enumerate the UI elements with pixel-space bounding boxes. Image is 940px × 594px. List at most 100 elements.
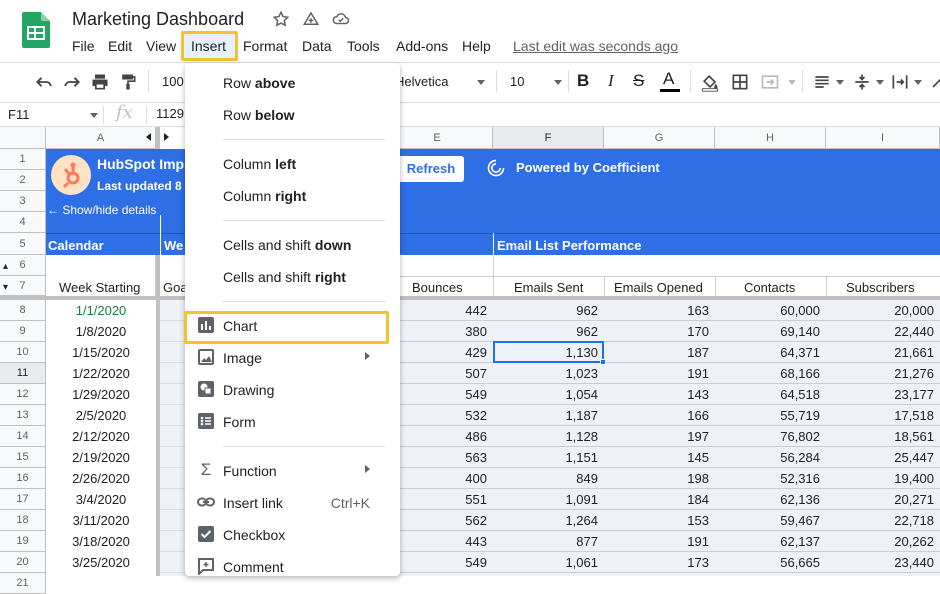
menu-column-left[interactable]: Column left xyxy=(185,148,400,178)
header-week-starting[interactable]: Week Starting xyxy=(59,280,140,295)
row-header[interactable]: 19 xyxy=(0,531,46,552)
opened-cell[interactable]: 197 xyxy=(604,426,715,447)
merge-cells-icon[interactable] xyxy=(760,72,780,92)
fill-color-icon[interactable] xyxy=(700,72,720,92)
row-header[interactable]: 2 xyxy=(0,170,46,191)
subs-cell[interactable]: 23,177 xyxy=(826,384,940,405)
formula-input[interactable]: 1129 xyxy=(156,106,184,121)
sent-cell[interactable]: 1,128 xyxy=(493,426,604,447)
week-cell[interactable]: 2/26/2020 xyxy=(46,468,156,489)
collapse-left-arrow-icon[interactable] xyxy=(146,133,151,141)
sent-cell[interactable]: 1,151 xyxy=(493,447,604,468)
week-cell[interactable]: 3/11/2020 xyxy=(46,510,156,531)
opened-cell[interactable]: 153 xyxy=(604,510,715,531)
header-subscribers[interactable]: Subscribers xyxy=(846,280,915,295)
row-header[interactable]: 15 xyxy=(0,447,46,468)
sent-cell[interactable]: 1,091 xyxy=(493,489,604,510)
menu-function[interactable]: Σ Function xyxy=(185,455,400,485)
row-group-toggle-icon[interactable]: ▾ xyxy=(3,282,8,293)
column-header-a[interactable]: A xyxy=(46,127,156,149)
opened-cell[interactable]: 173 xyxy=(604,552,715,573)
week-cell[interactable]: 2/5/2020 xyxy=(46,405,156,426)
week-cell[interactable]: 1/22/2020 xyxy=(46,363,156,384)
borders-icon[interactable] xyxy=(730,72,750,92)
fill-handle[interactable] xyxy=(600,359,606,365)
week-cell[interactable]: 3/18/2020 xyxy=(46,531,156,552)
menu-cells-shift-right[interactable]: Cells and shift right xyxy=(185,261,400,291)
sheets-logo-icon[interactable] xyxy=(22,12,50,48)
last-edit-link[interactable]: Last edit was seconds ago xyxy=(513,38,678,54)
week-cell[interactable]: 2/12/2020 xyxy=(46,426,156,447)
contacts-cell[interactable]: 62,137 xyxy=(715,531,826,552)
spreadsheet-grid[interactable]: A E F G H I HubSpot Imp Last updated 8 ←… xyxy=(0,127,940,576)
subs-cell[interactable]: 17,518 xyxy=(826,405,940,426)
frozen-column-divider[interactable] xyxy=(156,127,160,149)
row-header[interactable]: 21 xyxy=(0,573,46,594)
print-icon[interactable] xyxy=(90,72,110,92)
sent-cell[interactable]: 962 xyxy=(493,300,604,321)
row-header[interactable]: 5 xyxy=(0,233,46,255)
opened-cell[interactable]: 170 xyxy=(604,321,715,342)
horizontal-align-icon[interactable] xyxy=(812,72,832,92)
column-header-h[interactable]: H xyxy=(715,127,826,149)
row-header-corner[interactable] xyxy=(0,127,46,149)
strikethrough-icon[interactable]: S xyxy=(633,71,653,91)
week-cell[interactable]: 1/15/2020 xyxy=(46,342,156,363)
contacts-cell[interactable]: 62,136 xyxy=(715,489,826,510)
subs-cell[interactable]: 20,271 xyxy=(826,489,940,510)
column-header-i[interactable]: I xyxy=(826,127,940,149)
menu-cells-shift-down[interactable]: Cells and shift down xyxy=(185,229,400,259)
subs-cell[interactable]: 20,262 xyxy=(826,531,940,552)
opened-cell[interactable]: 191 xyxy=(604,531,715,552)
undo-icon[interactable] xyxy=(34,72,54,92)
sent-cell[interactable]: 877 xyxy=(493,531,604,552)
menu-edit[interactable]: Edit xyxy=(108,38,132,54)
text-color-icon[interactable]: A xyxy=(660,69,683,92)
vertical-align-icon[interactable] xyxy=(852,72,872,92)
row-header[interactable]: 20 xyxy=(0,552,46,573)
week-cell[interactable]: 3/4/2020 xyxy=(46,489,156,510)
row-header[interactable]: 8 xyxy=(0,300,46,321)
week-cell[interactable]: 1/29/2020 xyxy=(46,384,156,405)
row-header[interactable]: 18 xyxy=(0,510,46,531)
menu-form[interactable]: Form xyxy=(185,406,400,436)
document-title[interactable]: Marketing Dashboard xyxy=(72,9,244,30)
contacts-cell[interactable]: 56,665 xyxy=(715,552,826,573)
menu-row-below[interactable]: Row below xyxy=(185,99,400,129)
row-header[interactable]: 10 xyxy=(0,342,46,363)
menu-help[interactable]: Help xyxy=(462,38,491,54)
contacts-cell[interactable]: 69,140 xyxy=(715,321,826,342)
opened-cell[interactable]: 145 xyxy=(604,447,715,468)
header-goals[interactable]: Goa xyxy=(163,280,188,295)
move-to-drive-icon[interactable] xyxy=(302,10,322,30)
sent-cell[interactable]: 1,054 xyxy=(493,384,604,405)
contacts-cell[interactable]: 76,802 xyxy=(715,426,826,447)
sent-cell[interactable]: 1,061 xyxy=(493,552,604,573)
week-cell[interactable]: 3/25/2020 xyxy=(46,552,156,573)
opened-cell[interactable]: 187 xyxy=(604,342,715,363)
row-header[interactable]: 16 xyxy=(0,468,46,489)
opened-cell[interactable]: 143 xyxy=(604,384,715,405)
row-header[interactable]: 17 xyxy=(0,489,46,510)
subs-cell[interactable]: 20,000 xyxy=(826,300,940,321)
row-header[interactable]: 12 xyxy=(0,384,46,405)
sent-cell[interactable]: 962 xyxy=(493,321,604,342)
contacts-cell[interactable]: 68,166 xyxy=(715,363,826,384)
opened-cell[interactable]: 163 xyxy=(604,300,715,321)
opened-cell[interactable]: 198 xyxy=(604,468,715,489)
subs-cell[interactable]: 21,661 xyxy=(826,342,940,363)
text-wrapping-icon[interactable] xyxy=(890,72,910,92)
redo-icon[interactable] xyxy=(62,72,82,92)
contacts-cell[interactable]: 52,316 xyxy=(715,468,826,489)
row-header[interactable]: 9 xyxy=(0,321,46,342)
row-header[interactable]: 3 xyxy=(0,191,46,212)
name-box[interactable]: F11 xyxy=(0,103,100,127)
column-header-f[interactable]: F xyxy=(493,127,604,149)
row-header[interactable]: 13 xyxy=(0,405,46,426)
week-cell[interactable]: 2/19/2020 xyxy=(46,447,156,468)
show-hide-details-link[interactable]: ← Show/hide details xyxy=(47,203,156,217)
row-header[interactable]: 11 xyxy=(0,363,46,384)
italic-icon[interactable]: I xyxy=(608,71,628,91)
font-family-select[interactable]: Helvetica xyxy=(398,74,468,89)
opened-cell[interactable]: 191 xyxy=(604,363,715,384)
